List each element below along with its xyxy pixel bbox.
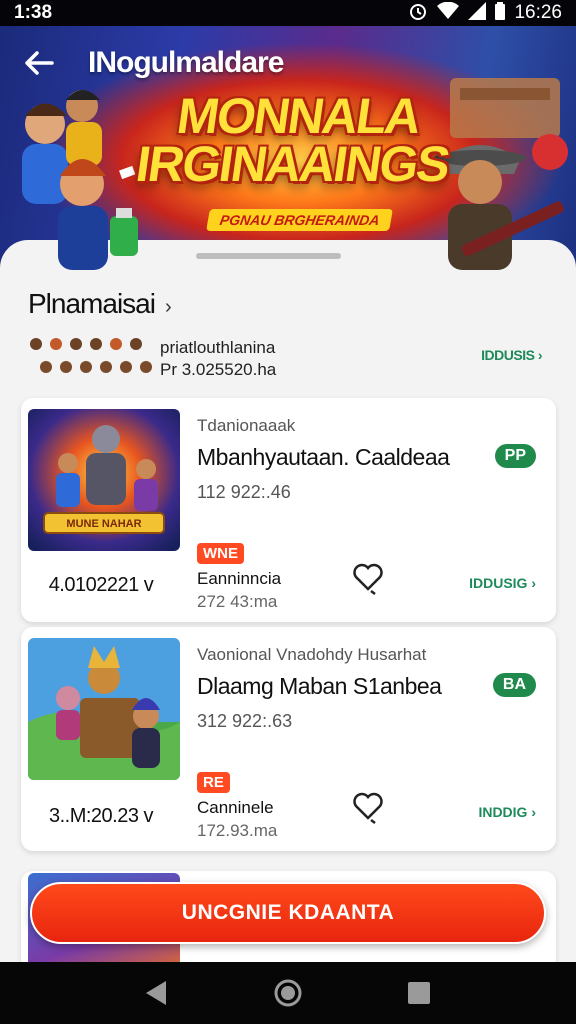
meta-text: priatlouthlanina Pr 3.025520.ha — [160, 337, 276, 381]
section-header[interactable]: Plnamaisai › — [28, 288, 172, 320]
alarm-icon — [408, 2, 428, 25]
primary-cta-button[interactable]: UNCGNIE KDAANTA — [30, 882, 546, 944]
card-stat-value: 272 43:ma — [197, 592, 278, 611]
chevron-down-icon: v — [143, 805, 154, 827]
card-date-dropdown[interactable]: 4.0102221 v — [21, 574, 181, 597]
triangle-back-icon — [146, 981, 167, 1005]
card-stat-label: Canninele — [197, 798, 274, 817]
card-date-dropdown[interactable]: 3..M:20.23 v — [21, 805, 181, 828]
status-clock: 16:26 — [514, 2, 562, 23]
section-action-label: IDDUSIS — [481, 347, 535, 363]
nav-recents-button[interactable] — [399, 973, 439, 1013]
banner-title-line2: IRGINAAINGS — [132, 136, 452, 192]
card-date: 4.0102221 — [48, 574, 140, 596]
card-badge: PP — [494, 444, 536, 468]
page-title: INogulmaldare — [88, 46, 284, 79]
card-publisher: Vaonional Vnadohdy Husarhat — [197, 645, 427, 664]
section-title: Plnamaisai — [28, 288, 156, 319]
banner-subtitle: PGNAU BRGHERAINDA — [206, 209, 394, 231]
banner-title: MONNALA IRGINAAINGS — [132, 88, 456, 192]
meta-line-1: priatlouthlanina — [160, 338, 276, 357]
status-icons: 16:26 — [408, 1, 562, 25]
hero-banner: INogulmaldare MONNALA IRGINAAINGS PGNAU … — [0, 26, 576, 270]
game-thumbnail — [28, 638, 180, 780]
meta-line-2: Pr 3.025520.ha — [160, 360, 277, 379]
status-bar: 1:38 16:26 — [0, 0, 576, 26]
card-title: Mbanhyautaan. Caaldeaa — [197, 444, 450, 470]
card-stat-value: 172.93.ma — [197, 821, 278, 840]
game-thumbnail: MUNE NAHAR — [28, 409, 180, 551]
game-card[interactable]: Vaonional Vnadohdy Husarhat Dlaamg Maban… — [21, 627, 556, 851]
thumbnail-label: MUNE NAHAR — [66, 518, 141, 530]
banner-title-line1: MONNALA — [173, 88, 424, 144]
card-publisher: Tdanionaaak — [197, 416, 296, 435]
battery-icon — [495, 1, 506, 25]
back-button[interactable] — [22, 48, 56, 78]
card-action-label: IDDUSIG — [469, 575, 528, 591]
nav-back-button[interactable] — [137, 973, 177, 1013]
card-action-label: INDDIG — [478, 804, 528, 820]
system-nav-bar — [0, 962, 576, 1024]
circle-home-icon — [274, 979, 302, 1007]
chevron-right-icon: › — [164, 296, 172, 318]
status-time: 1:38 — [14, 2, 53, 23]
card-action-link[interactable]: INDDIG › — [478, 804, 536, 820]
card-rating: 112 922:.46 — [197, 482, 291, 502]
card-rating: 312 922:.63 — [197, 711, 293, 731]
favorite-heart-icon[interactable] — [351, 790, 385, 824]
favorite-heart-icon[interactable] — [351, 561, 385, 595]
card-title: Dlaamg Maban S1anbea — [197, 673, 442, 699]
section-action-link[interactable]: IDDUSIS › — [481, 347, 542, 363]
game-card[interactable]: MUNE NAHAR Tdanionaaak Mbanhyautaan. Caa… — [21, 398, 556, 622]
wifi-icon — [437, 1, 460, 25]
chevron-down-icon: v — [143, 574, 154, 596]
card-action-link[interactable]: IDDUSIG › — [469, 575, 536, 591]
card-tag: WNE — [197, 543, 244, 564]
square-recents-icon — [407, 982, 430, 1004]
section-meta: priatlouthlanina Pr 3.025520.ha IDDUSIS … — [28, 335, 548, 381]
card-badge: BA — [492, 673, 536, 697]
participant-avatars — [30, 338, 152, 373]
signal-icon — [468, 1, 487, 25]
card-date: 3..M:20.23 — [48, 805, 139, 827]
nav-home-button[interactable] — [268, 973, 308, 1013]
card-tag: RE — [197, 772, 230, 793]
back-arrow-icon — [25, 51, 54, 75]
card-stat-label: Eanninncia — [197, 569, 282, 588]
drag-handle[interactable] — [196, 253, 341, 259]
